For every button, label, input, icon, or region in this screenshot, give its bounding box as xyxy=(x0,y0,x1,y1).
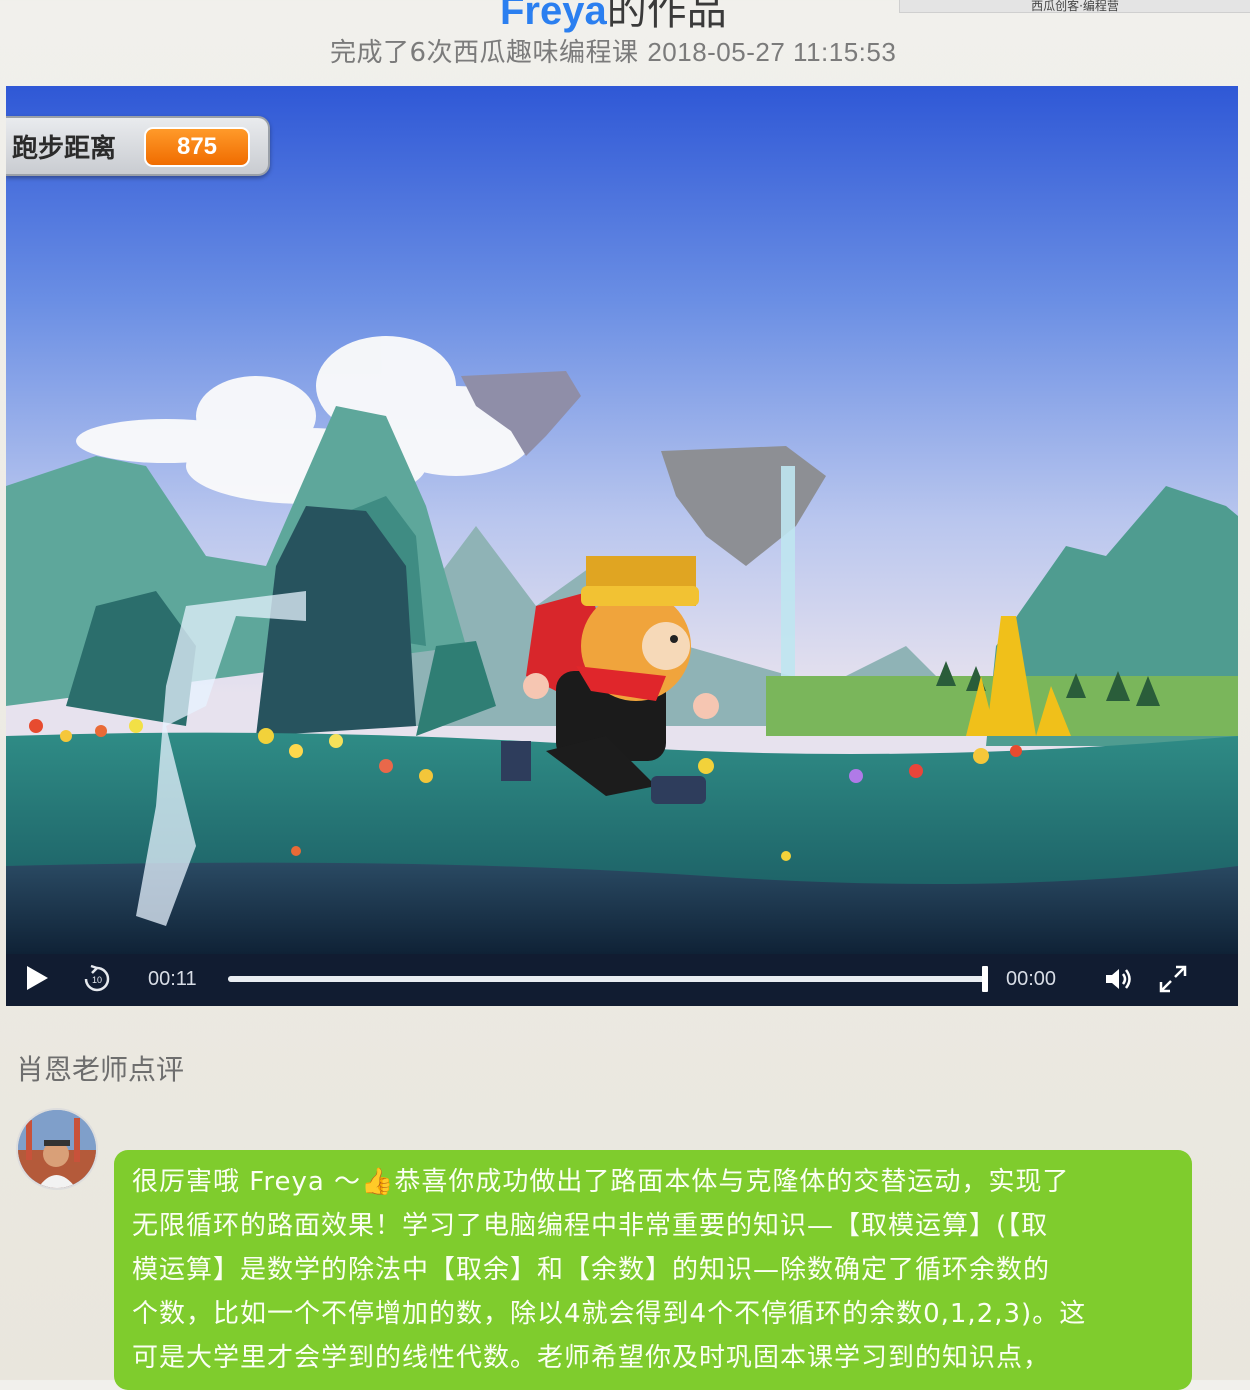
fullscreen-icon[interactable] xyxy=(1158,964,1188,998)
play-icon[interactable] xyxy=(24,964,50,996)
subtitle-date: 2018-05-27 11:15:53 xyxy=(647,37,897,67)
score-label: 跑步距离 xyxy=(12,134,117,164)
player-controls: 10 00:11 00:00 xyxy=(6,954,1238,1006)
work-subtitle: 完成了6次西瓜趣味编程课 2018-05-27 11:15:53 xyxy=(330,32,896,69)
progress-handle[interactable] xyxy=(982,966,988,992)
time-current: 00:11 xyxy=(148,968,197,990)
time-total: 00:00 xyxy=(1006,968,1057,990)
score-panel: 跑步距离 875 xyxy=(6,116,270,176)
comment-line-5: 可是大学里才会学到的线性代数。老师希望你及时巩固本课学习到的知识点， xyxy=(132,1343,1051,1373)
teacher-comment-heading: 肖恩老师点评 xyxy=(16,1053,185,1086)
thumbs-up-icon: 👍 xyxy=(361,1167,395,1197)
work-title-suffix: 的作品 xyxy=(606,0,727,33)
comment-line-1: 很厉害哦 Freya ～👍恭喜你成功做出了路面本体与克隆体的交替运动，实现了 xyxy=(132,1167,1070,1197)
volume-icon[interactable] xyxy=(1104,966,1134,996)
teacher-avatar[interactable] xyxy=(16,1108,98,1190)
comment-line-2: 无限循环的路面效果！学习了电脑编程中非常重要的知识—【取模运算】(【取 xyxy=(132,1211,1049,1241)
work-title-name: Freya xyxy=(500,0,607,33)
game-scene xyxy=(6,86,1238,954)
progress-fill xyxy=(228,976,988,982)
comment-line-4: 个数，比如一个不停增加的数，除以4就会得到4个不停循环的余数0,1,2,3)。这 xyxy=(132,1299,1087,1329)
replay-10-icon[interactable]: 10 xyxy=(82,964,112,998)
score-value: 875 xyxy=(144,127,250,167)
top-right-tab[interactable]: 西瓜创客·编程营 xyxy=(899,0,1250,13)
comment-line-3: 模运算】是数学的除法中【取余】和【余数】的知识—除数确定了循环余数的 xyxy=(132,1255,1051,1285)
svg-text:10: 10 xyxy=(92,975,102,985)
teacher-comment-bubble: 很厉害哦 Freya ～👍恭喜你成功做出了路面本体与克隆体的交替运动，实现了 无… xyxy=(114,1150,1192,1390)
subtitle-text: 完成了6次西瓜趣味编程课 xyxy=(330,38,639,68)
video-player[interactable]: 跑步距离 875 10 00:11 00:00 xyxy=(6,86,1238,1006)
waterfall xyxy=(781,466,795,686)
progress-bar[interactable] xyxy=(228,976,988,982)
work-title: Freya的作品 xyxy=(500,0,727,36)
